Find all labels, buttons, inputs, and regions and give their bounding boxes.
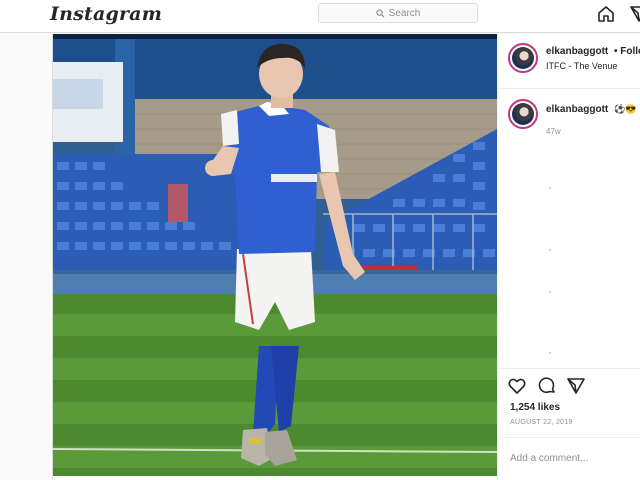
post-modal: elkanbaggott • Follo ITFC - The Venue el…	[52, 34, 640, 480]
scroll-dot	[549, 352, 551, 354]
comment-icon[interactable]	[537, 376, 557, 396]
scroll-dot	[549, 249, 551, 251]
comment-time[interactable]: 47w	[546, 127, 561, 136]
home-icon[interactable]	[596, 4, 616, 24]
avatar-image	[512, 47, 534, 69]
football-player-photo	[53, 34, 497, 476]
search-input[interactable]: Search	[318, 3, 478, 23]
add-comment-input[interactable]: Add a comment...	[498, 437, 640, 480]
search-placeholder: Search	[388, 7, 421, 19]
direct-icon[interactable]	[629, 4, 640, 24]
post-username[interactable]: elkanbaggott	[546, 46, 608, 57]
like-count[interactable]: 1,254 likes	[510, 402, 560, 413]
post-date[interactable]: AUGUST 22, 2019	[510, 419, 573, 426]
comment-username[interactable]: elkanbaggott	[546, 104, 608, 115]
share-icon[interactable]	[566, 376, 586, 396]
avatar-image	[512, 103, 534, 125]
comment-text: ⚽😎	[614, 104, 637, 114]
instagram-logo[interactable]: Instagram	[50, 3, 162, 25]
post-header: elkanbaggott • Follo ITFC - The Venue	[498, 34, 640, 89]
scroll-dot	[549, 291, 551, 293]
search-icon	[376, 8, 385, 17]
follow-button[interactable]: • Follo	[614, 46, 640, 57]
avatar[interactable]	[508, 43, 538, 73]
top-nav: Instagram Search	[0, 0, 640, 33]
post-sidebar: elkanbaggott • Follo ITFC - The Venue el…	[497, 34, 640, 480]
comment-avatar[interactable]	[508, 99, 538, 129]
add-comment-placeholder: Add a comment...	[510, 453, 589, 464]
heart-icon[interactable]	[507, 376, 527, 396]
post-actions: 1,254 likes AUGUST 22, 2019 Add a commen…	[498, 368, 640, 480]
post-location[interactable]: ITFC - The Venue	[546, 61, 617, 71]
scroll-dot	[549, 187, 551, 189]
post-photo[interactable]	[53, 34, 497, 476]
